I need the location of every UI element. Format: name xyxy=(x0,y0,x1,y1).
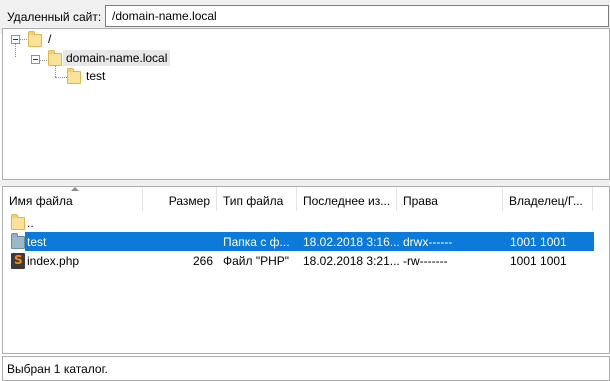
column-header-modified[interactable]: Последнее из... xyxy=(297,187,397,211)
file-modified: 18.02.2018 3:21... xyxy=(303,254,400,268)
folder-icon xyxy=(11,233,25,249)
php-file-icon xyxy=(11,253,25,269)
column-header-label: Тип файла xyxy=(223,194,284,208)
folder-icon xyxy=(67,68,81,84)
remote-file-list: Имя файла Размер Тип файла Последнее из.… xyxy=(2,186,610,354)
file-list-header: Имя файла Размер Тип файла Последнее из.… xyxy=(3,187,609,211)
file-modified: 18.02.2018 3:16... xyxy=(303,235,400,249)
folder-icon xyxy=(48,50,62,66)
table-row[interactable]: .. xyxy=(3,213,609,233)
column-header-label: Размер xyxy=(168,194,210,208)
collapse-toggle-root[interactable] xyxy=(11,35,20,44)
tree-item-site[interactable]: domain-name.local xyxy=(63,50,171,66)
folder-icon xyxy=(28,31,42,47)
tree-connector xyxy=(55,65,56,77)
file-name: .. xyxy=(27,216,34,230)
remote-directory-tree: / domain-name.local test xyxy=(2,28,610,180)
column-header-label: Права xyxy=(403,194,438,208)
tree-item-root[interactable]: / xyxy=(48,32,51,46)
status-text: Выбран 1 каталог. xyxy=(7,362,108,376)
file-type: Папка с ф... xyxy=(223,235,290,249)
column-header-label: Последнее из... xyxy=(303,194,391,208)
file-name: test xyxy=(27,235,47,249)
folder-icon xyxy=(11,214,25,230)
column-header-name[interactable]: Имя файла xyxy=(3,187,143,211)
tree-item-test[interactable]: test xyxy=(86,69,105,83)
file-size: 266 xyxy=(193,254,214,268)
file-type: Файл "PHP" xyxy=(223,254,290,268)
table-row[interactable]: test Папка с ф... 18.02.2018 3:16... drw… xyxy=(3,232,609,252)
table-row[interactable]: index.php 266 Файл "PHP" 18.02.2018 3:21… xyxy=(3,251,609,271)
status-bar: Выбран 1 каталог. xyxy=(2,356,610,381)
tree-connector xyxy=(15,43,16,57)
sort-ascending-icon xyxy=(71,187,79,191)
remote-path-input[interactable]: /domain-name.local xyxy=(105,5,609,27)
file-permissions: drwx------ xyxy=(403,235,453,249)
column-header-label: Имя файла xyxy=(9,194,73,208)
column-header-owner[interactable]: Владелец/Г... xyxy=(503,187,593,211)
file-permissions: -rw------- xyxy=(403,254,448,268)
file-name: index.php xyxy=(27,254,80,268)
column-header-label: Владелец/Г... xyxy=(509,194,583,208)
column-header-size[interactable]: Размер xyxy=(143,187,217,211)
column-header-permissions[interactable]: Права xyxy=(397,187,503,211)
collapse-toggle-site[interactable] xyxy=(31,55,40,64)
tree-connector xyxy=(55,77,67,78)
file-owner: 1001 1001 xyxy=(510,254,567,268)
remote-site-label: Удаленный сайт: xyxy=(7,10,102,24)
column-header-type[interactable]: Тип файла xyxy=(217,187,297,211)
file-owner: 1001 1001 xyxy=(510,235,567,249)
